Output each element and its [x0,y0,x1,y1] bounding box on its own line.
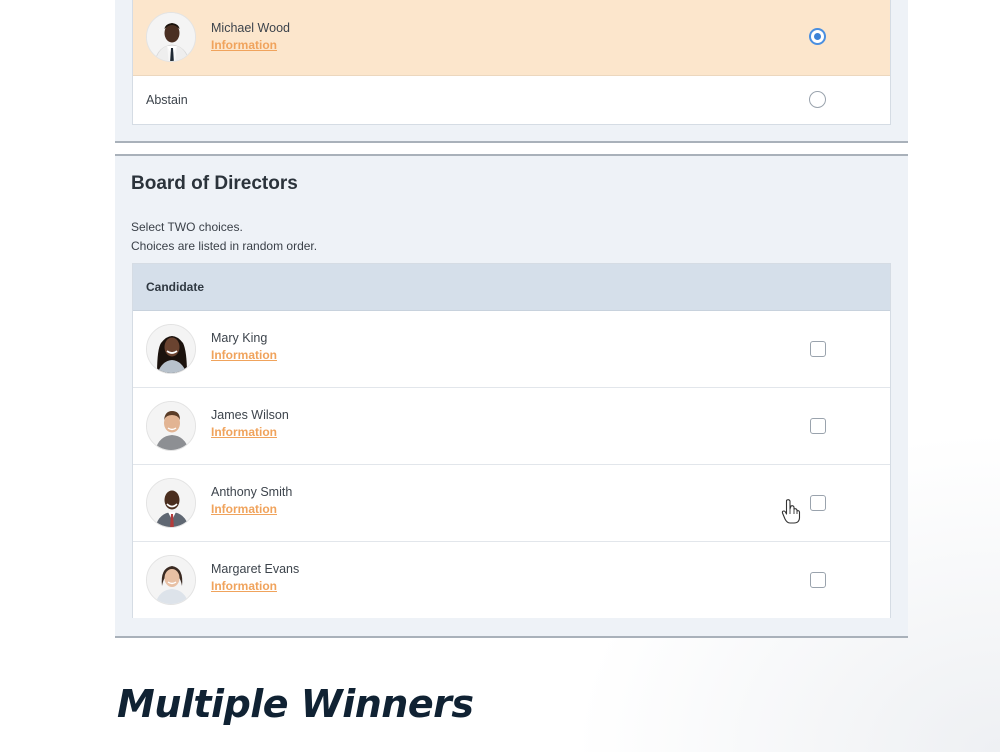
candidate-avatar [146,401,196,451]
candidate-row-selected[interactable]: Michael Wood Information [133,0,890,76]
candidate-checkbox[interactable] [810,495,826,511]
candidate-checkbox[interactable] [810,572,826,588]
candidate-name: Michael Wood [211,21,290,35]
abstain-label: Abstain [146,93,188,107]
candidate-name: Mary King [211,331,268,345]
candidate-information-link[interactable]: Information [211,348,277,362]
abstain-radio[interactable] [809,91,826,108]
candidate-column-header: Candidate [133,264,890,311]
candidate-checkbox[interactable] [810,418,826,434]
contest-order-note: Choices are listed in random order. [131,239,318,253]
candidate-avatar [146,324,196,374]
contest-instruction: Select TWO choices. [131,220,243,234]
video-caption: Multiple Winners [117,682,474,726]
candidate-name: Anthony Smith [211,485,293,499]
candidate-table: Candidate Mary King Information James Wi… [132,263,891,618]
video-frame: Michael Wood Information Abstain Board o… [0,0,1000,752]
candidate-information-link[interactable]: Information [211,579,277,593]
contest-title: Board of Directors [131,173,298,194]
previous-contest-section: Michael Wood Information Abstain [115,0,908,143]
candidate-header-label: Candidate [146,280,205,294]
candidate-name: Margaret Evans [211,562,300,576]
candidate-information-link[interactable]: Information [211,425,277,439]
abstain-row[interactable]: Abstain [133,76,890,124]
candidate-row[interactable]: James Wilson Information [133,388,890,465]
candidate-avatar [146,555,196,605]
candidate-information-link[interactable]: Information [211,38,277,52]
board-of-directors-section: Board of Directors Select TWO choices. C… [115,154,908,638]
candidate-checkbox[interactable] [810,341,826,357]
previous-contest-table: Michael Wood Information Abstain [132,0,891,125]
candidate-name: James Wilson [211,408,289,422]
candidate-row[interactable]: Margaret Evans Information [133,542,890,618]
candidate-information-link[interactable]: Information [211,502,277,516]
candidate-row[interactable]: Mary King Information [133,311,890,388]
candidate-avatar [146,12,196,62]
candidate-avatar [146,478,196,528]
candidate-radio-selected[interactable] [809,28,826,45]
hand-pointer-icon [781,498,801,529]
candidate-row[interactable]: Anthony Smith Information [133,465,890,542]
